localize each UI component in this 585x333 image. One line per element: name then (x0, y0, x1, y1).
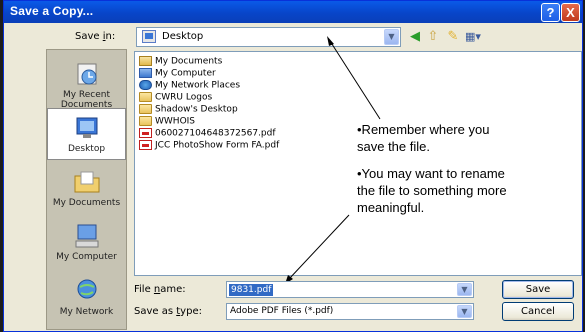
file-name-input[interactable]: 9831.pdf ▼ (226, 281, 474, 298)
file-item-shadows-desktop[interactable]: Shadow's Desktop (139, 104, 238, 115)
save-copy-dialog: Save a Copy... ? X Save in: Desktop ▼ ◀ … (3, 0, 583, 332)
place-label: My Network (59, 307, 114, 317)
annotation-line: •You may want to rename (357, 166, 505, 181)
pdf-icon (139, 140, 152, 150)
network-places-icon (139, 80, 152, 90)
file-item-my-computer[interactable]: My Computer (139, 68, 216, 79)
place-label: My Documents (52, 198, 121, 208)
file-item-wwhois[interactable]: WWHOIS (139, 116, 195, 127)
my-computer-icon (75, 224, 98, 248)
up-folder-icon[interactable]: ⇧ (424, 29, 442, 45)
annotation-line: meaningful. (357, 200, 425, 215)
pdf-icon (139, 128, 152, 138)
file-name: CWRU Logos (155, 92, 213, 103)
file-list[interactable]: My Documents My Computer My Network Plac… (134, 51, 582, 276)
chevron-down-icon[interactable]: ▼ (457, 305, 472, 318)
place-label: My Computer (56, 252, 117, 262)
new-folder-icon[interactable]: ✎ (444, 29, 462, 45)
my-documents-folder-icon (139, 56, 152, 66)
my-network-icon (77, 279, 96, 299)
place-my-recent-documents[interactable]: My Recent Documents (47, 60, 126, 110)
cancel-button[interactable]: Cancel (502, 302, 574, 321)
folder-icon (139, 116, 152, 126)
save-as-type-value: Adobe PDF Files (*.pdf) (230, 306, 334, 316)
recent-documents-icon (77, 63, 96, 85)
save-in-dropdown[interactable]: Desktop ▼ (136, 27, 401, 47)
places-bar: My Recent Documents Desktop My Documents (46, 49, 127, 330)
chevron-down-icon[interactable]: ▼ (457, 283, 472, 296)
file-name: WWHOIS (155, 116, 196, 127)
file-name-value: 9831.pdf (229, 284, 274, 296)
desktop-small-icon (142, 30, 156, 43)
help-button[interactable]: ? (541, 3, 560, 22)
save-in-value: Desktop (162, 31, 204, 42)
place-label: Desktop (67, 144, 106, 154)
save-in-label: Save in: (75, 31, 116, 42)
file-name: 060027104648372567.pdf (155, 128, 276, 139)
dialog-title: Save a Copy... (10, 4, 94, 18)
save-as-type-dropdown[interactable]: Adobe PDF Files (*.pdf) ▼ (226, 303, 474, 320)
computer-icon (139, 68, 152, 78)
chevron-down-icon[interactable]: ▼ (384, 29, 399, 45)
back-icon[interactable]: ◀ (406, 29, 424, 45)
file-item-my-network-places[interactable]: My Network Places (139, 80, 240, 91)
place-my-network[interactable]: My Network (47, 277, 126, 317)
place-my-computer[interactable]: My Computer (47, 222, 126, 262)
annotation-line: save the file. (357, 139, 430, 154)
file-name: My Documents (155, 56, 223, 67)
place-my-documents[interactable]: My Documents (47, 168, 126, 208)
my-documents-icon (74, 171, 99, 193)
title-bar[interactable]: Save a Copy... ? X (4, 1, 582, 23)
views-menu-icon[interactable]: ▦▾ (464, 29, 482, 45)
file-item-pdf-1[interactable]: 060027104648372567.pdf (139, 128, 276, 139)
file-item-pdf-2[interactable]: JCC PhotoShow Form FA.pdf (139, 140, 279, 151)
place-label: My Recent Documents (60, 90, 113, 110)
file-name-label: File name: (134, 284, 186, 295)
annotation-note-1: •Remember where you save the file. (357, 121, 489, 155)
screenshot-frame: Save a Copy... ? X Save in: Desktop ▼ ◀ … (0, 0, 585, 332)
annotation-note-2: •You may want to rename the file to some… (357, 165, 507, 216)
folder-icon (139, 104, 152, 114)
file-name: My Network Places (155, 80, 241, 91)
file-name: Shadow's Desktop (155, 104, 238, 115)
file-item-my-documents[interactable]: My Documents (139, 56, 222, 67)
close-button[interactable]: X (561, 3, 580, 22)
place-desktop[interactable]: Desktop (47, 108, 126, 160)
save-as-type-label: Save as type: (134, 306, 202, 317)
file-name: My Computer (155, 68, 216, 79)
file-name: JCC PhotoShow Form FA.pdf (155, 140, 280, 151)
save-button[interactable]: Save (502, 280, 574, 299)
file-item-cwru-logos[interactable]: CWRU Logos (139, 92, 212, 103)
desktop-icon (76, 117, 97, 138)
annotation-line: the file to something more (357, 183, 507, 198)
folder-icon (139, 92, 152, 102)
annotation-line: •Remember where you (357, 122, 490, 137)
